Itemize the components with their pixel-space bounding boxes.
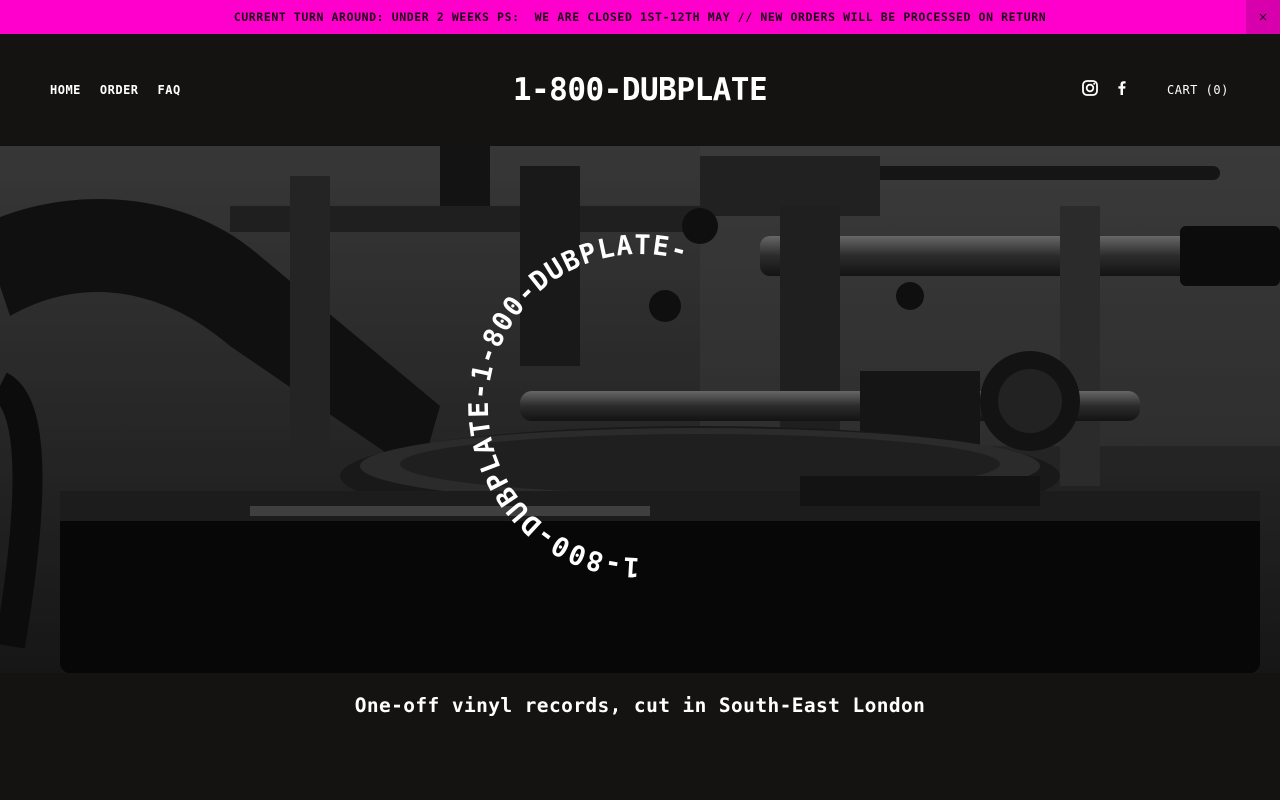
facebook-icon[interactable] [1112,78,1132,98]
main-nav: HOME ORDER FAQ [50,34,181,146]
close-announcement-button[interactable]: × [1246,0,1280,34]
tagline-text: One-off vinyl records, cut in South-East… [354,693,926,717]
social-links [1080,78,1132,98]
turntable-photo: 1-800-DUBPLATE-1-800-DUBPLATE- [0,146,1280,673]
hero-banner: 1-800-DUBPLATE-1-800-DUBPLATE- [0,146,1280,673]
cart-link[interactable]: CART (0) [1167,34,1229,146]
nav-faq-link[interactable]: FAQ [158,83,181,97]
instagram-icon[interactable] [1080,78,1100,98]
nav-order-link[interactable]: ORDER [100,83,139,97]
site-header: HOME ORDER FAQ 1-800-DUBPLATE CART (0) [0,34,1280,146]
close-icon: × [1257,10,1269,24]
announcement-bar: CURRENT TURN AROUND: UNDER 2 WEEKS PS: W… [0,0,1280,34]
nav-home-link[interactable]: HOME [50,83,81,97]
tagline-section: One-off vinyl records, cut in South-East… [0,673,1280,737]
announcement-text: CURRENT TURN AROUND: UNDER 2 WEEKS PS: W… [233,10,1047,24]
site-logo[interactable]: 1-800-DUBPLATE [513,72,768,108]
